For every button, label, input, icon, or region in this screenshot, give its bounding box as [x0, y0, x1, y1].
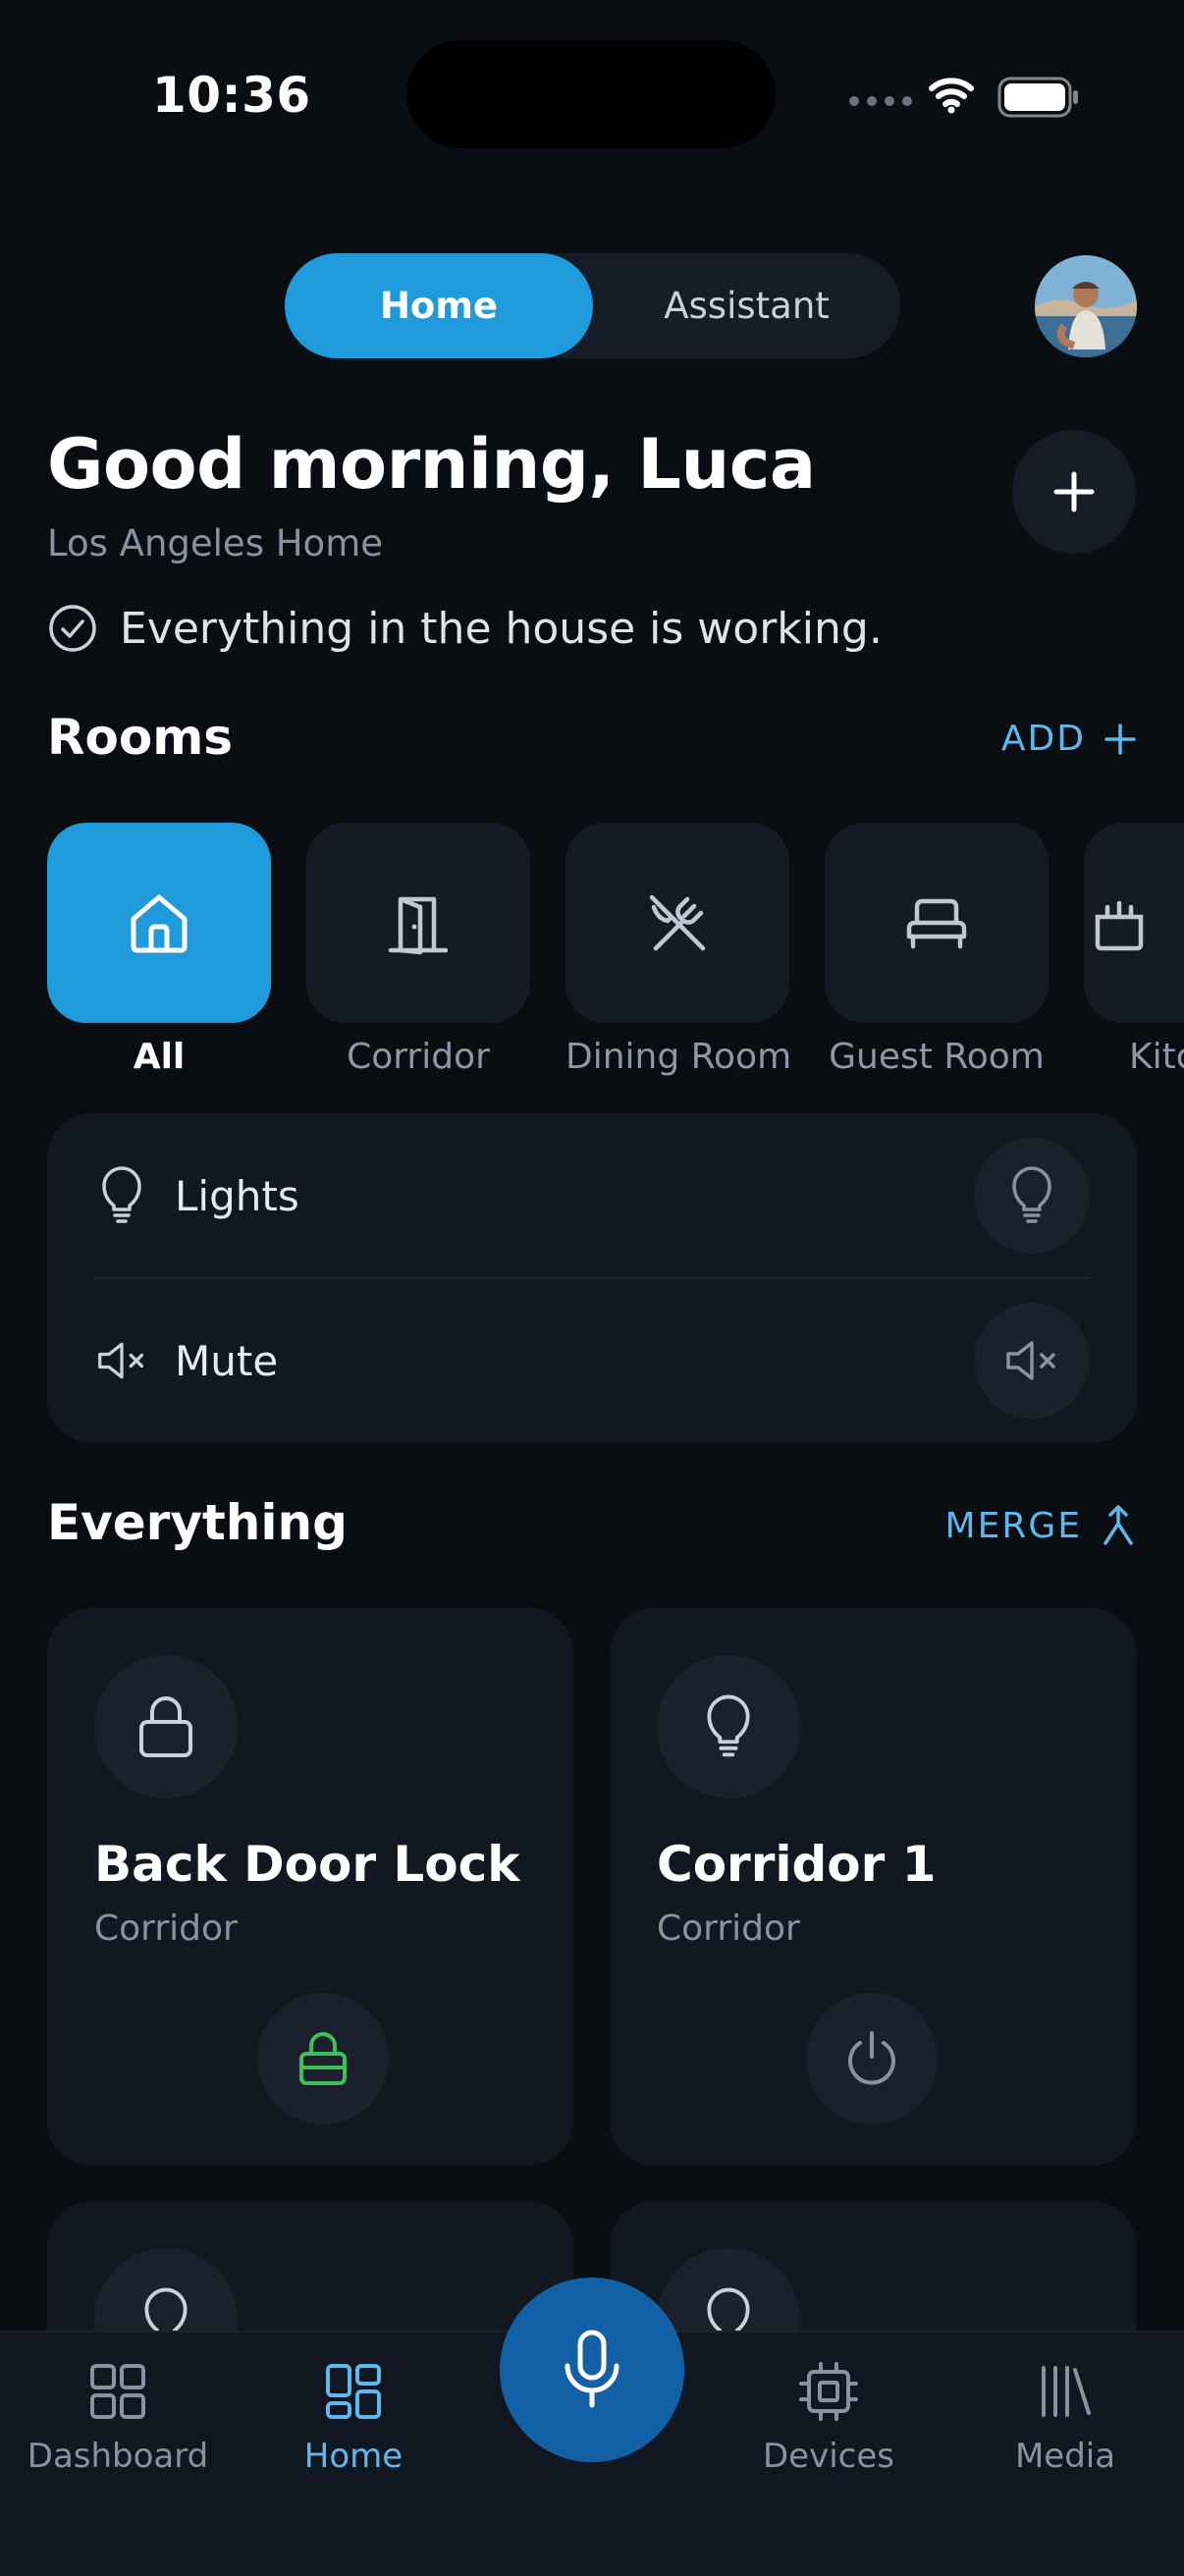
nav-media-label: Media: [1014, 2437, 1116, 2476]
add-room-button[interactable]: ADD: [1001, 719, 1137, 759]
merge-button[interactable]: MERGE: [945, 1504, 1137, 1547]
device-icon-badge: [657, 1655, 800, 1798]
greeting-title: Good morning, Luca: [47, 424, 816, 505]
lock-toggle-button[interactable]: [257, 1993, 389, 2124]
add-button[interactable]: [1012, 430, 1136, 554]
tab-home[interactable]: Home: [285, 253, 593, 358]
door-icon: [388, 896, 449, 955]
lock-icon: [139, 1696, 192, 1757]
plus-icon: [1053, 471, 1095, 512]
room-corridor[interactable]: Corridor: [306, 823, 530, 1077]
home-icon: [131, 894, 188, 953]
merge-label: MERGE: [944, 1505, 1082, 1546]
speaker-muted-icon: [98, 1342, 144, 1379]
home-assistant-switch: Home Assistant: [285, 253, 900, 358]
mute-label: Mute: [175, 1336, 279, 1385]
nav-home[interactable]: Home: [255, 2362, 452, 2476]
power-icon: [848, 2031, 895, 2085]
nav-devices[interactable]: Devices: [730, 2362, 927, 2476]
wifi-icon: [929, 78, 974, 114]
battery-icon: [997, 77, 1078, 118]
bulb-icon: [707, 1694, 750, 1757]
avatar[interactable]: [1035, 255, 1137, 357]
plus-icon: [1104, 723, 1136, 755]
lock-icon: [299, 2032, 347, 2085]
room-kitchen[interactable]: Kitchen: [1084, 823, 1184, 1077]
mute-row[interactable]: Mute: [47, 1278, 1137, 1443]
lights-toggle[interactable]: [974, 1138, 1090, 1254]
device-room: Corridor: [657, 1908, 800, 1949]
nav-home-label: Home: [303, 2437, 404, 2476]
bulb-icon: [1012, 1166, 1051, 1223]
room-tile: [825, 823, 1049, 1023]
room-label: All: [133, 1037, 186, 1077]
check-circle-icon: [49, 605, 96, 652]
mute-toggle[interactable]: [974, 1303, 1090, 1419]
device-name: Back Door Lock: [94, 1836, 520, 1893]
nav-media[interactable]: Media: [967, 2362, 1163, 2476]
dashboard-icon: [90, 2364, 145, 2419]
lights-label: Lights: [175, 1171, 299, 1220]
library-icon: [1042, 2366, 1091, 2417]
quick-actions-card: Lights Mute: [47, 1113, 1137, 1443]
nav-dashboard[interactable]: Dashboard: [20, 2362, 216, 2476]
chip-icon: [799, 2362, 858, 2421]
room-label: Corridor: [347, 1037, 490, 1077]
room-all[interactable]: All: [47, 823, 271, 1077]
everything-title: Everything: [47, 1494, 348, 1551]
home-name: Los Angeles Home: [47, 522, 383, 564]
nav-dashboard-label: Dashboard: [27, 2437, 209, 2476]
home-grid-icon: [326, 2364, 381, 2419]
device-room: Corridor: [94, 1908, 238, 1949]
room-tile: [565, 823, 789, 1023]
microphone-icon: [565, 2330, 619, 2408]
nav-devices-label: Devices: [763, 2437, 894, 2476]
voice-assistant-button[interactable]: [500, 2278, 684, 2462]
device-name: Corridor 1: [657, 1836, 937, 1893]
rooms-title: Rooms: [47, 709, 234, 766]
house-status-text: Everything in the house is working.: [120, 603, 883, 654]
speaker-muted-icon: [1006, 1341, 1055, 1380]
kitchen-icon: [1095, 900, 1144, 951]
room-tile: [306, 823, 530, 1023]
power-toggle-button[interactable]: [806, 1993, 938, 2124]
room-label: Guest Room: [829, 1037, 1045, 1077]
room-tile: [47, 823, 271, 1023]
bulb-icon: [102, 1166, 141, 1223]
tab-assistant[interactable]: Assistant: [593, 253, 900, 358]
room-dining-room[interactable]: Dining Room: [565, 823, 792, 1077]
utensils-icon: [649, 894, 706, 951]
lights-row[interactable]: Lights: [47, 1113, 1137, 1278]
device-icon-badge: [94, 1655, 238, 1798]
dynamic-island: [406, 40, 776, 148]
status-time: 10:36: [152, 67, 311, 124]
room-label: Dining Room: [565, 1037, 792, 1077]
device-card-corridor-1[interactable]: Corridor 1 Corridor: [610, 1608, 1136, 2166]
bed-icon: [906, 898, 967, 949]
room-guest-room[interactable]: Guest Room: [825, 823, 1049, 1077]
device-card-back-door-lock[interactable]: Back Door Lock Corridor: [47, 1608, 573, 2166]
house-status: Everything in the house is working.: [47, 603, 883, 654]
room-label: Kitchen: [1129, 1037, 1184, 1077]
room-tile: [1084, 823, 1184, 1023]
add-room-label: ADD: [1000, 719, 1086, 759]
merge-icon: [1103, 1505, 1133, 1545]
cellular-signal-icon: [849, 96, 912, 106]
